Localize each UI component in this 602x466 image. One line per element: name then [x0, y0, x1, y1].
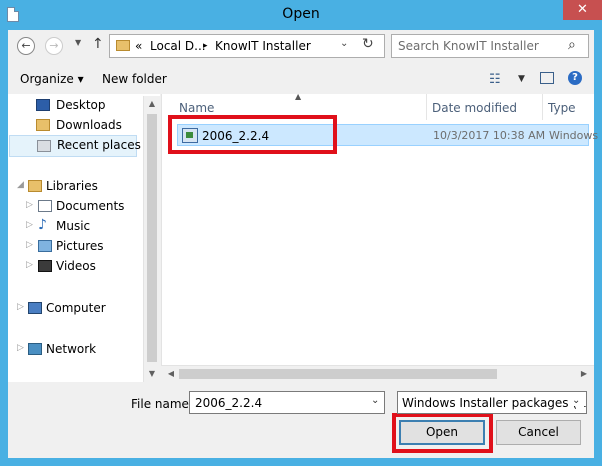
breadcrumb-local-disk[interactable]: Local D... [150, 39, 206, 53]
videos-icon [38, 260, 52, 272]
organize-button[interactable]: Organize ▾ [20, 72, 84, 86]
downloads-folder-icon [36, 119, 50, 131]
search-input[interactable]: Search KnowIT Installer ⌕ [391, 34, 589, 58]
expand-arrow-icon[interactable]: ▷ [26, 220, 33, 230]
desktop-icon [36, 99, 50, 111]
nav-item-libraries[interactable]: ◢ Libraries [8, 176, 142, 196]
expand-arrow-icon[interactable]: ▷ [26, 240, 33, 250]
pictures-icon [38, 240, 52, 252]
column-label: Name [179, 101, 215, 115]
nav-item-label: Network [46, 342, 97, 356]
scroll-up-icon[interactable]: ▲ [144, 99, 160, 108]
column-header-name[interactable]: ▲ Name [162, 92, 426, 120]
command-toolbar: Organize ▾ New folder [8, 64, 594, 94]
up-arrow-icon[interactable]: ↑ [92, 36, 104, 52]
nav-item-label: Videos [56, 259, 96, 273]
column-header-type[interactable]: Type [543, 94, 595, 120]
open-button[interactable]: Open [399, 420, 485, 445]
file-type-value: Windows Installer packages (*.r [402, 396, 587, 410]
column-label: Type [548, 101, 576, 115]
nav-item-downloads[interactable]: Downloads [8, 115, 142, 135]
nav-item-computer[interactable]: ▷ Computer [8, 298, 142, 318]
file-date-modified: 10/3/2017 10:38 AM [433, 129, 546, 142]
nav-item-label: Downloads [56, 118, 122, 132]
address-overflow[interactable]: « [135, 39, 142, 53]
nav-item-label: Computer [46, 301, 106, 315]
title-bar: Open ✕ [0, 0, 602, 30]
file-name-label: File name: [131, 397, 193, 411]
file-list-horizontal-scrollbar[interactable]: ◀ ▶ [161, 365, 594, 382]
scroll-right-icon[interactable]: ▶ [576, 369, 592, 378]
close-button[interactable]: ✕ [563, 0, 602, 20]
nav-item-label: Pictures [56, 239, 104, 253]
address-bar[interactable]: « Local D... ▸ KnowIT Installer ⌄ ↻ [109, 34, 385, 58]
breadcrumb-separator[interactable]: ▸ [203, 41, 208, 51]
column-label: Date modified [432, 101, 518, 115]
documents-icon [38, 200, 52, 212]
nav-item-label: Recent places [57, 138, 141, 152]
scrollbar-thumb[interactable] [147, 114, 157, 362]
window-title: Open [282, 6, 320, 22]
preview-pane-icon[interactable] [540, 72, 554, 84]
column-header-date-modified[interactable]: Date modified [427, 94, 542, 120]
network-icon [28, 343, 42, 355]
nav-item-pictures[interactable]: ▷ Pictures [8, 236, 142, 256]
sort-ascending-icon: ▲ [295, 92, 302, 101]
scrollbar-thumb[interactable] [179, 369, 497, 379]
recent-places-icon [37, 140, 51, 152]
nav-item-label: Music [56, 219, 91, 233]
expand-arrow-icon[interactable]: ▷ [17, 302, 24, 312]
nav-item-music[interactable]: ▷ ♪ Music [8, 216, 142, 236]
address-dropdown-icon[interactable]: ⌄ [340, 38, 348, 49]
computer-icon [28, 302, 42, 314]
chevron-down-icon[interactable]: ⌄ [371, 395, 379, 406]
forward-button[interactable]: → [45, 37, 63, 55]
navigation-pane: Desktop Downloads Recent places ◢ Librar… [8, 94, 160, 382]
file-row-2006-2-2-4[interactable]: 2006_2.2.4 10/3/2017 10:38 AM Windows [177, 124, 598, 146]
file-list: ▲ Name Date modified Type 2006_2.2.4 10/… [161, 92, 598, 382]
refresh-icon[interactable]: ↻ [362, 36, 374, 52]
recent-locations-dropdown[interactable]: ▼ [75, 38, 81, 47]
expand-arrow-icon[interactable]: ▷ [26, 260, 33, 270]
cancel-button[interactable]: Cancel [496, 420, 581, 445]
installer-package-icon [182, 128, 198, 143]
breadcrumb-knowit-installer[interactable]: KnowIT Installer [215, 39, 311, 53]
nav-item-label: Desktop [56, 98, 106, 112]
help-icon[interactable]: ? [568, 71, 582, 85]
nav-item-documents[interactable]: ▷ Documents [8, 196, 142, 216]
change-view-icon[interactable]: ☷ [489, 72, 501, 87]
nav-item-label: Documents [56, 199, 125, 213]
folder-icon [116, 40, 130, 51]
scroll-left-icon[interactable]: ◀ [163, 369, 179, 378]
nav-item-label: Libraries [46, 179, 98, 193]
nav-item-desktop[interactable]: Desktop [8, 95, 142, 115]
file-type: Windows [549, 129, 599, 142]
nav-item-recent-places[interactable]: Recent places [9, 135, 141, 157]
back-button[interactable]: ← [17, 37, 35, 55]
file-name: 2006_2.2.4 [202, 129, 270, 143]
new-folder-button[interactable]: New folder [102, 72, 167, 86]
expand-arrow-icon[interactable]: ◢ [17, 180, 24, 190]
libraries-icon [28, 180, 42, 192]
search-placeholder: Search KnowIT Installer [398, 39, 539, 53]
view-options-dropdown[interactable]: ▼ [518, 74, 525, 84]
navigation-scrollbar[interactable]: ▲ ▼ [143, 96, 160, 382]
music-icon: ♪ [38, 217, 47, 233]
expand-arrow-icon[interactable]: ▷ [26, 200, 33, 210]
search-icon[interactable]: ⌕ [568, 37, 576, 53]
nav-item-videos[interactable]: ▷ Videos [8, 256, 142, 276]
chevron-down-icon[interactable]: ⌄ [572, 395, 586, 406]
scroll-down-icon[interactable]: ▼ [144, 369, 160, 378]
nav-item-network[interactable]: ▷ Network [8, 339, 142, 359]
file-type-select[interactable]: Windows Installer packages (*.r ⌄ [397, 391, 587, 414]
file-name-input[interactable]: 2006_2.2.4 ⌄ [189, 391, 385, 414]
expand-arrow-icon[interactable]: ▷ [17, 343, 24, 353]
file-name-value: 2006_2.2.4 [195, 396, 263, 410]
